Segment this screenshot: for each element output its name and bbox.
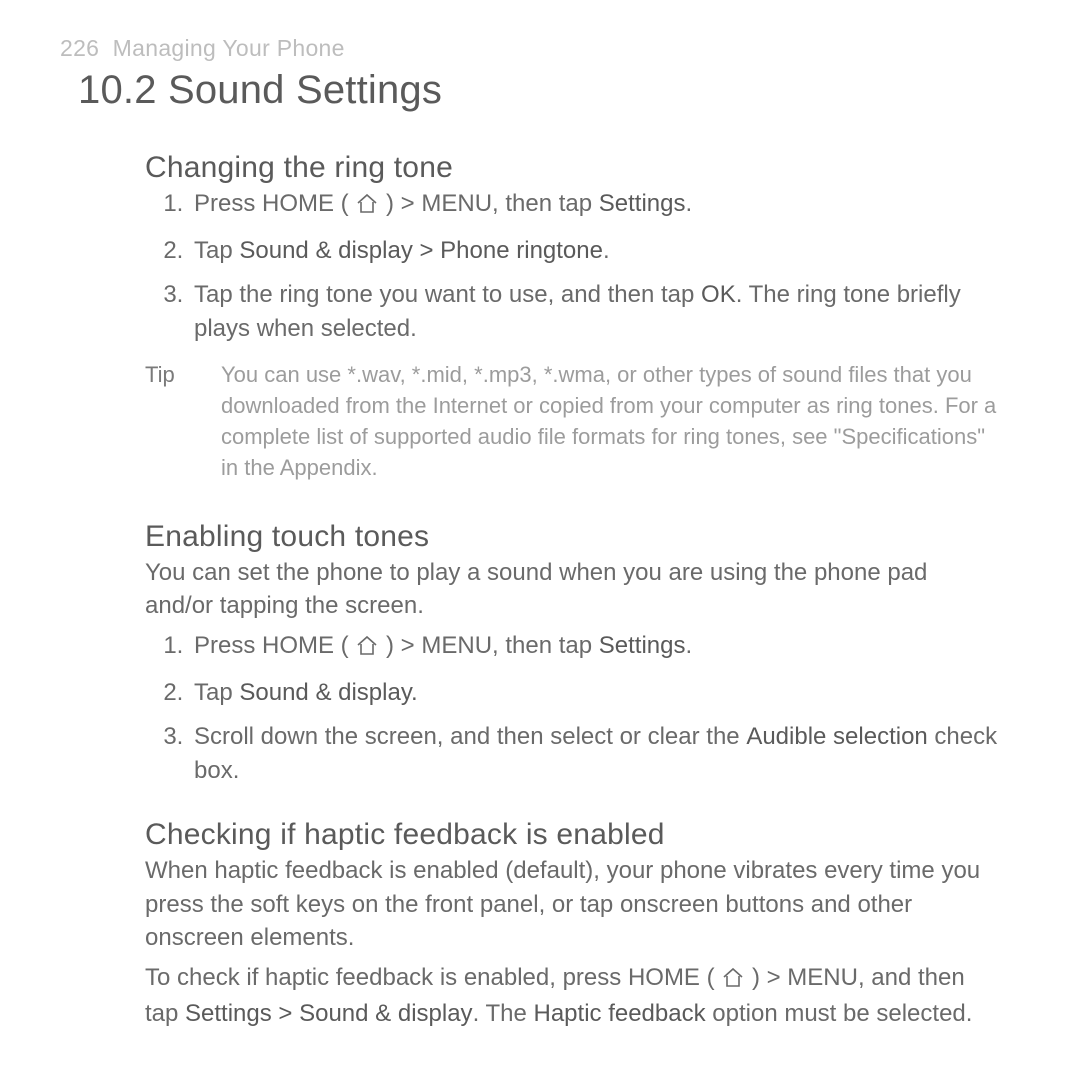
list-item: Tap Sound & display. — [190, 676, 1000, 710]
tip-label: Tip — [145, 360, 193, 483]
haptic-p2: To check if haptic feedback is enabled, … — [145, 961, 1000, 1031]
page: 226 Managing Your Phone 10.2 Sound Setti… — [0, 0, 1080, 1077]
list-item: Press HOME ( ) > MENU, then tap Settings… — [190, 629, 1000, 666]
list-item: Press HOME ( ) > MENU, then tap Settings… — [190, 187, 1000, 224]
section-touch-tones: Enabling touch tones You can set the pho… — [145, 520, 1000, 789]
page-title: 10.2 Sound Settings — [78, 68, 1020, 113]
heading-haptic: Checking if haptic feedback is enabled — [145, 818, 1000, 852]
list-item: Tap the ring tone you want to use, and t… — [190, 278, 1000, 346]
section-haptic: Checking if haptic feedback is enabled W… — [145, 818, 1000, 1031]
chapter-title: Managing Your Phone — [113, 35, 345, 61]
home-icon — [355, 190, 379, 224]
touch-tones-intro: You can set the phone to play a sound wh… — [145, 556, 1000, 623]
tip-text: You can use *.wav, *.mid, *.mp3, *.wma, … — [221, 360, 1000, 483]
tip-block: Tip You can use *.wav, *.mid, *.mp3, *.w… — [145, 360, 1000, 483]
section-ring-tone: Changing the ring tone Press HOME ( ) > … — [145, 151, 1000, 484]
settings-label: Settings — [599, 190, 686, 217]
page-number: 226 — [60, 35, 99, 61]
heading-touch-tones: Enabling touch tones — [145, 520, 1000, 554]
home-icon — [355, 632, 379, 666]
page-header: 226 Managing Your Phone — [60, 35, 1020, 62]
home-icon — [721, 964, 745, 998]
list-item: Scroll down the screen, and then select … — [190, 720, 1000, 788]
touch-tones-steps: Press HOME ( ) > MENU, then tap Settings… — [145, 629, 1000, 788]
ring-tone-steps: Press HOME ( ) > MENU, then tap Settings… — [145, 187, 1000, 346]
haptic-p1: When haptic feedback is enabled (default… — [145, 854, 1000, 955]
list-item: Tap Sound & display > Phone ringtone. — [190, 234, 1000, 268]
heading-ring-tone: Changing the ring tone — [145, 151, 1000, 185]
